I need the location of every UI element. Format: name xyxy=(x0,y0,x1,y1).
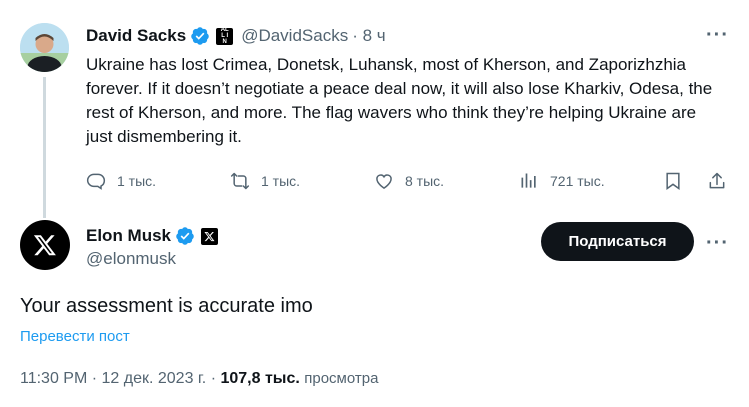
original-tweet-header: David Sacks ALL IN @DavidSacks · 8 ч xyxy=(86,24,386,48)
original-tweet-text: Ukraine has lost Crimea, Donetsk, Luhans… xyxy=(86,55,713,146)
repost-count: 1 тыс. xyxy=(261,173,301,189)
thread-connector-line xyxy=(43,77,46,218)
david-sacks-avatar[interactable] xyxy=(20,23,69,72)
elon-musk-avatar[interactable] xyxy=(20,220,70,270)
author-handle[interactable]: @DavidSacks xyxy=(241,26,348,46)
tweet-time[interactable]: · 8 ч xyxy=(352,26,385,46)
x-affiliate-badge-icon[interactable] xyxy=(201,227,219,245)
x-logo-icon xyxy=(33,235,56,256)
all-in-affiliate-badge-icon[interactable]: ALL IN xyxy=(216,27,234,45)
repost-action[interactable]: 1 тыс. xyxy=(230,171,300,191)
heart-icon xyxy=(376,174,392,189)
reply-tweet-header: Elon Musk xyxy=(86,224,219,248)
translate-post-link[interactable]: Перевести пост xyxy=(20,328,130,345)
view-count: 107,8 тыс. xyxy=(220,370,300,387)
like-action[interactable]: 8 тыс. xyxy=(374,171,444,191)
views-count: 721 тыс. xyxy=(550,173,605,189)
views-chart-icon xyxy=(521,173,536,188)
share-button[interactable] xyxy=(707,171,727,196)
share-icon xyxy=(709,172,725,189)
reply-more-options-button[interactable]: ··· xyxy=(706,232,729,255)
like-count: 8 тыс. xyxy=(405,173,445,189)
reply-icon xyxy=(86,173,106,190)
reply-author-handle[interactable]: @elonmusk xyxy=(86,249,176,269)
views-label: просмотра xyxy=(304,370,379,387)
views-action[interactable]: 721 тыс. xyxy=(519,171,605,191)
verified-badge-icon[interactable] xyxy=(190,26,210,46)
tweet-meta: 11:30 PM · 12 дек. 2023 г. · 107,8 тыс. … xyxy=(20,370,378,388)
bookmark-button[interactable] xyxy=(663,171,683,196)
author-name[interactable]: David Sacks xyxy=(86,26,186,46)
reply-count: 1 тыс. xyxy=(117,173,157,189)
verified-badge-icon[interactable] xyxy=(175,226,195,246)
more-options-button[interactable]: ··· xyxy=(706,24,729,47)
reply-action[interactable]: 1 тыс. xyxy=(86,171,156,191)
reply-author-name[interactable]: Elon Musk xyxy=(86,226,171,246)
repost-icon xyxy=(230,172,250,190)
reply-tweet-text: Your assessment is accurate imo xyxy=(20,295,313,317)
bookmark-icon xyxy=(666,172,680,190)
subscribe-button[interactable]: Подписаться xyxy=(541,222,694,261)
tweet-timestamp[interactable]: 11:30 PM · 12 дек. 2023 г. · xyxy=(20,370,220,387)
